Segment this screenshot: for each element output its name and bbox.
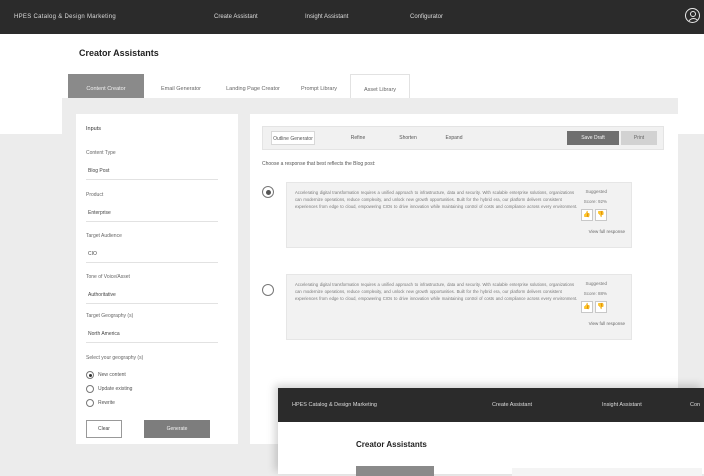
- expand-button[interactable]: Expand: [439, 131, 469, 145]
- tone-of-voice-select[interactable]: Authoritative: [86, 286, 218, 304]
- overlapping-window[interactable]: HPES Catalog & Design Marketing Create A…: [278, 388, 704, 476]
- radio-option-rewrite[interactable]: Rewrite: [86, 398, 115, 408]
- outline-generator-button[interactable]: Outline Generator: [271, 131, 315, 145]
- response-1-radio[interactable]: [262, 186, 274, 198]
- top-navigation-bar: HPES Catalog & Design Marketing Create A…: [0, 0, 704, 34]
- response-1-tag: Suggested: [585, 189, 607, 194]
- response-card-1[interactable]: Accelerating digital transformation requ…: [286, 182, 632, 248]
- content-type-label: Content Type: [86, 150, 116, 156]
- target-geography-select[interactable]: North America: [86, 325, 218, 343]
- response-1-score: Score: 92%: [583, 199, 607, 204]
- response-2-tag: Suggested: [585, 281, 607, 286]
- response-1-text: Accelerating digital transformation requ…: [295, 190, 578, 209]
- nav-create-assistant[interactable]: Create Assistant: [214, 14, 258, 20]
- response-1-feedback: 👍 👎: [581, 209, 607, 221]
- response-2-score: Score: 88%: [583, 291, 607, 296]
- brand-name[interactable]: HPES Catalog & Design Marketing: [14, 14, 116, 20]
- nav-configurator[interactable]: Configurator: [410, 14, 443, 20]
- product-select[interactable]: Enterprise: [86, 204, 218, 222]
- target-audience-label: Target Audience: [86, 233, 122, 239]
- overlay-nav-configurator[interactable]: Con: [690, 402, 700, 408]
- tone-of-voice-label: Tone of Voice/Asset: [86, 274, 130, 280]
- product-label: Product: [86, 192, 104, 198]
- target-geography-label: Target Geography (s): [86, 313, 134, 319]
- thumbs-up-icon[interactable]: 👍: [581, 209, 593, 221]
- clear-button[interactable]: Clear: [86, 420, 122, 438]
- response-2-feedback: 👍 👎: [581, 301, 607, 313]
- radio-unselected-icon[interactable]: [86, 399, 94, 407]
- results-toolbar: Outline Generator Refine Shorten Expand …: [262, 126, 664, 150]
- overlay-nav-create-assistant[interactable]: Create Assistant: [492, 402, 532, 408]
- nav-insight-assistant[interactable]: Insight Assistant: [305, 14, 348, 20]
- inputs-panel: Inputs Content Type Blog Post Product En…: [76, 114, 238, 444]
- thumbs-up-icon[interactable]: 👍: [581, 301, 593, 313]
- radio-option-label: Update existing: [98, 386, 133, 392]
- response-1-view-link[interactable]: View full response: [589, 229, 625, 234]
- overlay-tab-strip: [512, 468, 702, 476]
- inputs-title: Inputs: [86, 126, 101, 132]
- overlay-nav-insight-assistant[interactable]: Insight Assistant: [602, 402, 642, 408]
- save-draft-button[interactable]: Save Draft: [567, 131, 619, 145]
- shorten-button[interactable]: Shorten: [391, 131, 425, 145]
- page-title: Creator Assistants: [79, 48, 159, 58]
- generate-button[interactable]: Generate: [144, 420, 210, 438]
- radio-option-new-content[interactable]: New content: [86, 370, 126, 380]
- radio-option-label: Rewrite: [98, 400, 115, 406]
- target-audience-select[interactable]: CIO: [86, 245, 218, 263]
- response-2-text: Accelerating digital transformation requ…: [295, 282, 578, 301]
- overlay-page-title: Creator Assistants: [356, 440, 427, 449]
- response-prompt: Choose a response that best reflects the…: [262, 161, 376, 167]
- radio-selected-icon[interactable]: [86, 371, 94, 379]
- response-card-2[interactable]: Accelerating digital transformation requ…: [286, 274, 632, 340]
- print-button[interactable]: Print: [621, 131, 657, 145]
- thumbs-down-icon[interactable]: 👎: [595, 301, 607, 313]
- overlay-active-tab[interactable]: [356, 466, 434, 476]
- response-2-radio[interactable]: [262, 284, 274, 296]
- thumbs-down-icon[interactable]: 👎: [595, 209, 607, 221]
- radio-unselected-icon[interactable]: [86, 385, 94, 393]
- user-avatar-icon[interactable]: [685, 8, 700, 23]
- radio-option-update-existing[interactable]: Update existing: [86, 384, 132, 394]
- radio-option-label: New content: [98, 372, 126, 378]
- content-type-select[interactable]: Blog Post: [86, 162, 218, 180]
- geography-radio-group-label: Select your geography (s): [86, 355, 144, 361]
- overlay-brand: HPES Catalog & Design Marketing: [292, 402, 377, 408]
- response-2-view-link[interactable]: View full response: [589, 321, 625, 326]
- refine-button[interactable]: Refine: [341, 131, 375, 145]
- overlay-top-bar: HPES Catalog & Design Marketing Create A…: [278, 388, 704, 422]
